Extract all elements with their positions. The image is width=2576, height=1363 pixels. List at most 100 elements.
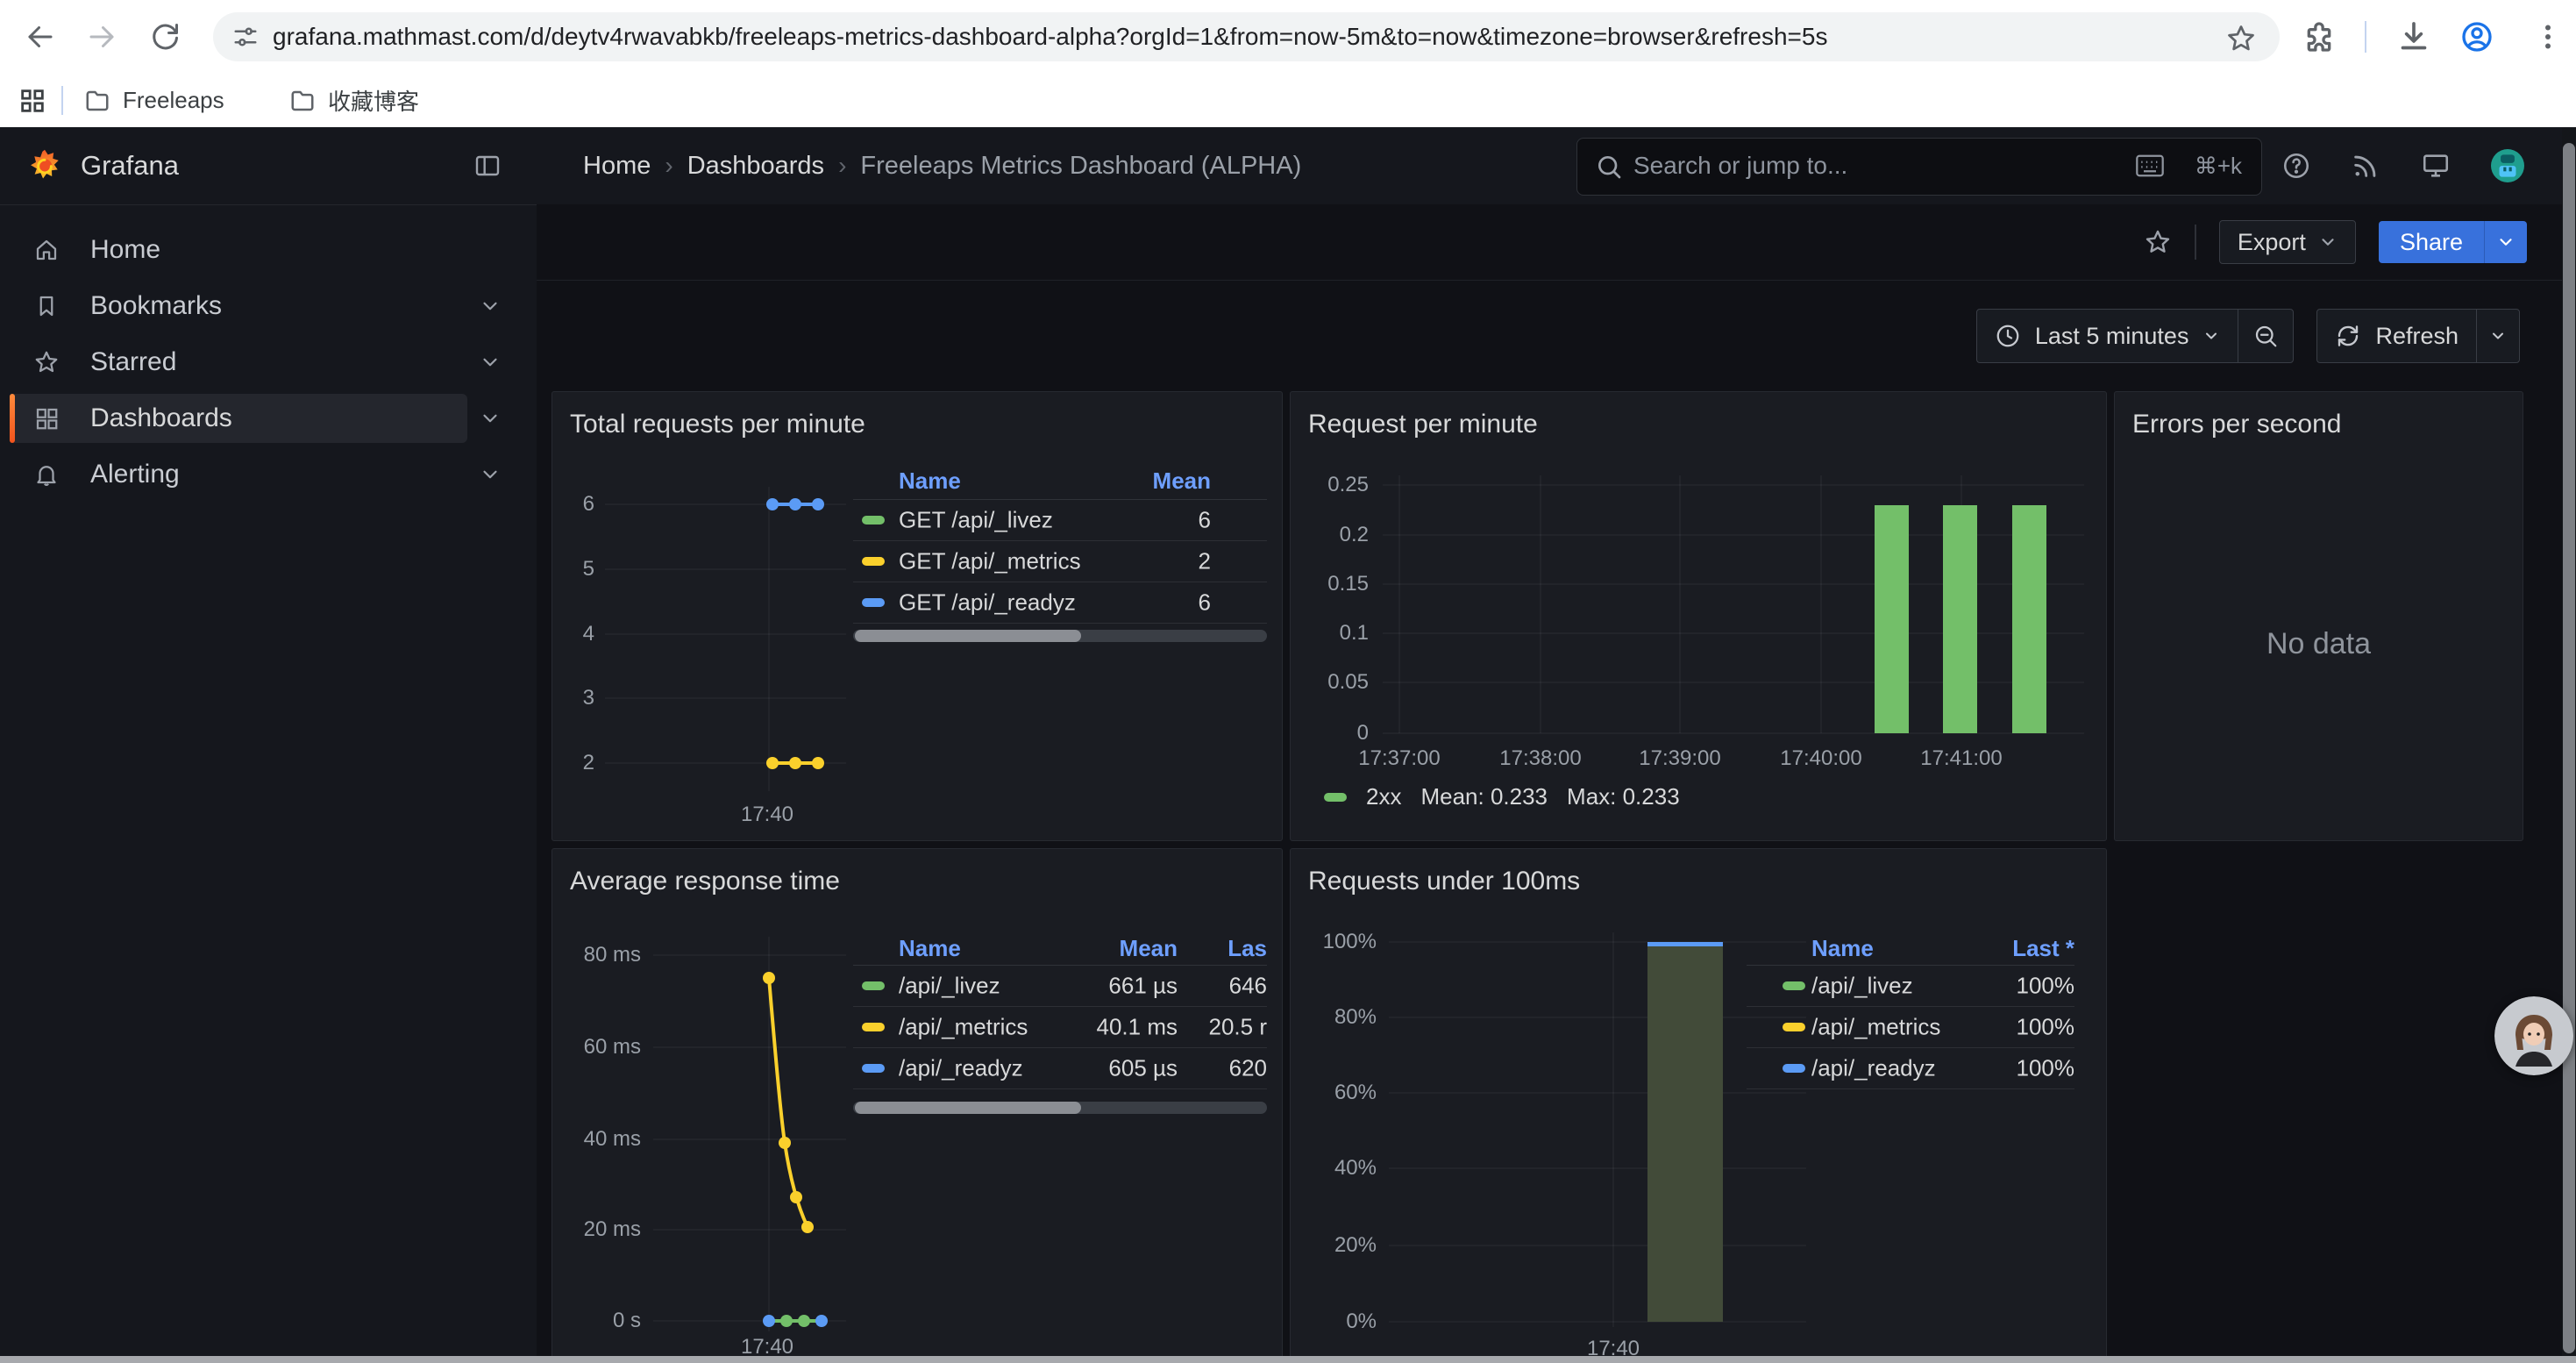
- breadcrumb-home[interactable]: Home: [583, 152, 651, 181]
- browser-toolbar: grafana.mathmast.com/d/deytv4rwavabkb/fr…: [0, 0, 2576, 74]
- legend-row[interactable]: /api/_readyz 100%: [1747, 1047, 2074, 1089]
- legend-col-name[interactable]: Name: [899, 467, 961, 495]
- y-tick: 60 ms: [571, 1035, 641, 1060]
- legend-row[interactable]: /api/_livez 100%: [1747, 965, 2074, 1007]
- legend-row[interactable]: /api/_metrics 100%: [1747, 1006, 2074, 1048]
- x-tick: 17:40: [697, 803, 837, 827]
- y-tick: 60%: [1306, 1081, 1377, 1105]
- help-icon[interactable]: [2281, 151, 2311, 181]
- share-menu-button[interactable]: [2484, 221, 2527, 263]
- legend-inline[interactable]: 2xx Mean: 0.233 Max: 0.233: [1324, 783, 1680, 810]
- legend-header-row: Name Last *: [1747, 935, 2074, 966]
- window-bottom-edge: [0, 1356, 2576, 1363]
- forward-icon[interactable]: [86, 21, 117, 53]
- legend-col-mean[interactable]: Mean: [1153, 467, 1211, 495]
- x-tick: 17:37:00: [1329, 746, 1469, 771]
- search-input[interactable]: Search or jump to... ⌘+k: [1576, 138, 2262, 196]
- zoom-out-button[interactable]: [2238, 310, 2293, 362]
- sidebar-item-starred[interactable]: Starred: [10, 338, 467, 387]
- series-name: GET /api/_metrics: [899, 547, 1081, 574]
- page-scrollbar-thumb[interactable]: [2563, 143, 2575, 1353]
- top-nav: Home › Dashboards › Freeleaps Metrics Da…: [537, 127, 2576, 205]
- reload-icon[interactable]: [149, 21, 181, 53]
- chevron-down-icon[interactable]: [479, 351, 502, 374]
- panel-total-requests[interactable]: Total requests per minute 6: [551, 391, 1283, 841]
- series-last: 20.5 r: [1192, 1013, 1267, 1040]
- legend-col-mean[interactable]: Mean: [1120, 935, 1178, 962]
- sidebar-item-label: Home: [90, 225, 160, 275]
- legend-col-last[interactable]: Last *: [2012, 935, 2074, 962]
- legend-scrollbar[interactable]: [853, 1102, 1267, 1114]
- x-tick: 17:41:00: [1891, 746, 2032, 771]
- breadcrumb-separator: ›: [651, 152, 687, 180]
- back-icon[interactable]: [25, 21, 56, 53]
- download-icon[interactable]: [2396, 19, 2431, 54]
- chevron-down-icon[interactable]: [479, 407, 502, 430]
- site-settings-icon[interactable]: [232, 24, 259, 50]
- search-icon: [1595, 153, 1623, 181]
- legend-col-name[interactable]: Name: [1811, 935, 1874, 962]
- breadcrumb: Home › Dashboards › Freeleaps Metrics Da…: [583, 127, 1301, 204]
- extensions-icon[interactable]: [2302, 19, 2337, 54]
- chevron-down-icon: [2318, 232, 2338, 252]
- refresh-interval-button[interactable]: [2477, 310, 2519, 362]
- export-button[interactable]: Export: [2219, 220, 2356, 264]
- panel-errors-per-second[interactable]: Errors per second No data: [2114, 391, 2523, 841]
- menu-dots-icon[interactable]: [2532, 21, 2564, 53]
- floating-avatar-button[interactable]: [2494, 996, 2573, 1075]
- panel-request-per-minute[interactable]: Request per minute: [1290, 391, 2107, 841]
- sidebar-item-home[interactable]: Home: [10, 225, 467, 275]
- legend-row[interactable]: /api/_livez 661 µs 646: [853, 965, 1267, 1007]
- series-last: 100%: [1969, 972, 2074, 999]
- legend-row[interactable]: /api/_metrics 40.1 ms 20.5 r: [853, 1006, 1267, 1048]
- share-button[interactable]: Share: [2379, 221, 2484, 263]
- profile-icon[interactable]: [2459, 19, 2494, 54]
- url-bar[interactable]: grafana.mathmast.com/d/deytv4rwavabkb/fr…: [213, 12, 2280, 61]
- news-rss-icon[interactable]: [2351, 151, 2380, 181]
- sidebar-item-bookmarks[interactable]: Bookmarks: [10, 282, 467, 331]
- home-icon: [33, 237, 60, 263]
- toolbar-divider: [2195, 225, 2196, 260]
- bar-chart: [1291, 392, 2108, 842]
- y-tick: 6: [537, 492, 594, 517]
- legend-row[interactable]: GET /api/_livez 6: [853, 499, 1267, 541]
- series-last: 646: [1192, 972, 1267, 999]
- panel-requests-under-100ms[interactable]: Requests under 100ms 100% 80% 60%: [1290, 848, 2107, 1363]
- dashboard-canvas: Last 5 minutes: [537, 281, 2576, 1363]
- y-tick: 4: [537, 622, 594, 646]
- chevron-down-icon: [2202, 327, 2220, 345]
- bookmark-folder-freeleaps[interactable]: Freeleaps: [84, 74, 224, 127]
- legend-col-name[interactable]: Name: [899, 935, 961, 962]
- chevron-down-icon[interactable]: [479, 295, 502, 318]
- bookmark-star-icon[interactable]: [2225, 23, 2257, 54]
- panel-average-response-time[interactable]: Average response time: [551, 848, 1283, 1363]
- legend-row[interactable]: GET /api/_readyz 6: [853, 582, 1267, 624]
- chevron-down-icon[interactable]: [479, 463, 502, 486]
- no-data-message: No data: [2115, 627, 2523, 661]
- url-text[interactable]: grafana.mathmast.com/d/deytv4rwavabkb/fr…: [273, 12, 1827, 61]
- y-tick: 3: [537, 686, 594, 710]
- legend-scrollbar[interactable]: [853, 630, 1267, 642]
- sidebar-toggle-icon[interactable]: [473, 152, 502, 180]
- bookmark-icon: [33, 293, 60, 319]
- grafana-logo-icon[interactable]: [26, 148, 63, 185]
- legend-row[interactable]: /api/_readyz 605 µs 620: [853, 1047, 1267, 1089]
- sidebar-item-label: Alerting: [90, 450, 180, 499]
- series-name: /api/_readyz: [1811, 1054, 1936, 1081]
- user-avatar[interactable]: [2491, 149, 2524, 182]
- time-range-picker[interactable]: Last 5 minutes: [1977, 310, 2238, 362]
- breadcrumb-dashboards[interactable]: Dashboards: [687, 152, 824, 181]
- bookmark-folder-blogs[interactable]: 收藏博客: [289, 74, 419, 127]
- favorite-star-icon[interactable]: [2144, 228, 2172, 256]
- sidebar-item-dashboards[interactable]: Dashboards: [10, 394, 467, 443]
- apps-grid-icon[interactable]: [18, 86, 47, 116]
- legend-row[interactable]: GET /api/_metrics 2: [853, 540, 1267, 582]
- monitor-icon[interactable]: [2421, 151, 2451, 181]
- sidebar-item-alerting[interactable]: Alerting: [10, 450, 467, 499]
- page-scrollbar[interactable]: [2562, 127, 2576, 1356]
- folder-icon: [84, 88, 110, 114]
- legend-scrollbar-thumb[interactable]: [855, 1102, 1081, 1114]
- refresh-button[interactable]: Refresh: [2317, 310, 2476, 362]
- legend-scrollbar-thumb[interactable]: [855, 630, 1081, 642]
- legend-col-last[interactable]: Las: [1228, 935, 1267, 962]
